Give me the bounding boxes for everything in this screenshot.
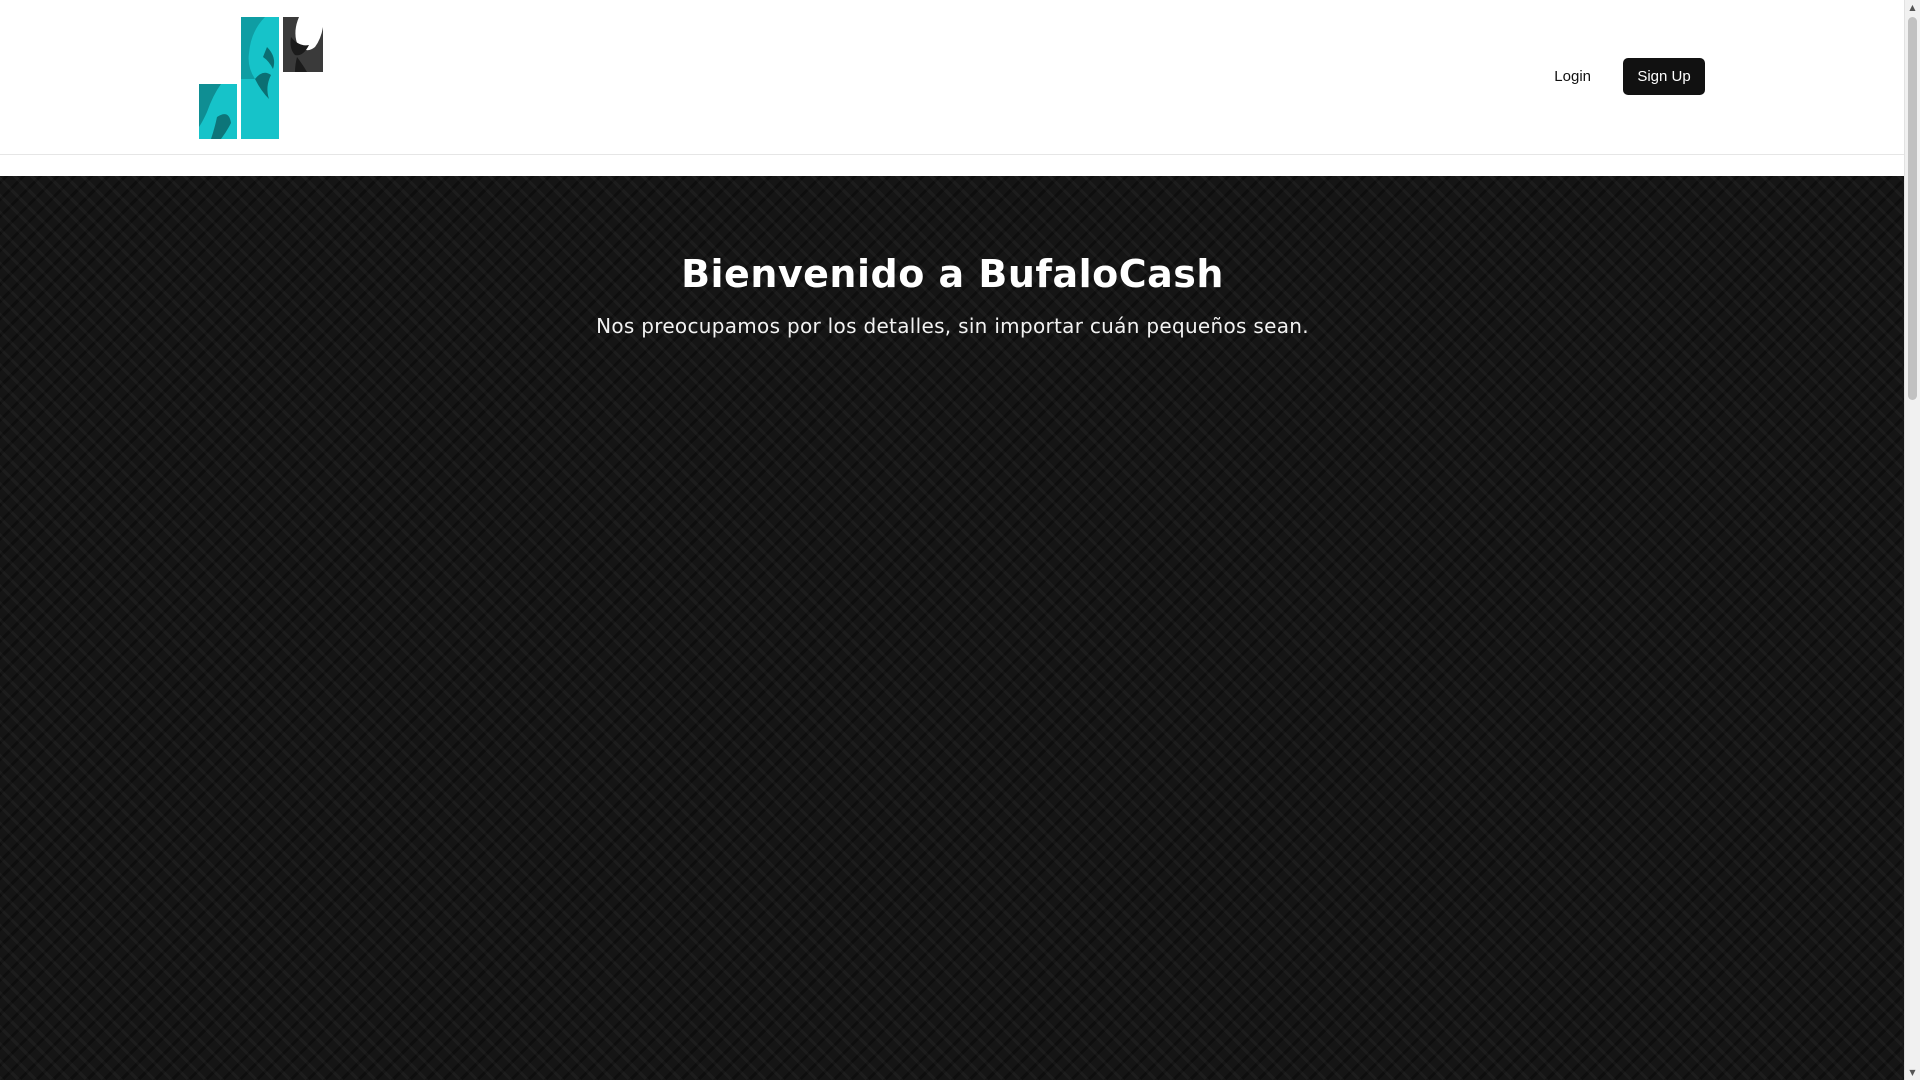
vertical-scrollbar[interactable]: ▲ ▼	[1904, 0, 1920, 1080]
scroll-up-arrow-icon[interactable]: ▲	[1905, 0, 1920, 15]
page: Login Sign Up Bienvenido a BufaloCash No…	[0, 0, 1905, 1080]
hero-subtitle: Nos preocupamos por los detalles, sin im…	[596, 314, 1309, 338]
sign-up-button[interactable]: Sign Up	[1623, 58, 1705, 95]
bufalo-logo-icon	[199, 17, 323, 139]
header-nav: Login Sign Up	[1536, 58, 1705, 95]
hero-section: Bienvenido a BufaloCash Nos preocupamos …	[0, 176, 1905, 1080]
login-link[interactable]: Login	[1536, 58, 1609, 95]
hero-title: Bienvenido a BufaloCash	[681, 252, 1224, 296]
site-header: Login Sign Up	[0, 0, 1905, 155]
scroll-down-arrow-icon[interactable]: ▼	[1905, 1065, 1920, 1080]
scrollbar-thumb[interactable]	[1908, 17, 1917, 400]
bufalocash-logo[interactable]	[199, 17, 323, 139]
